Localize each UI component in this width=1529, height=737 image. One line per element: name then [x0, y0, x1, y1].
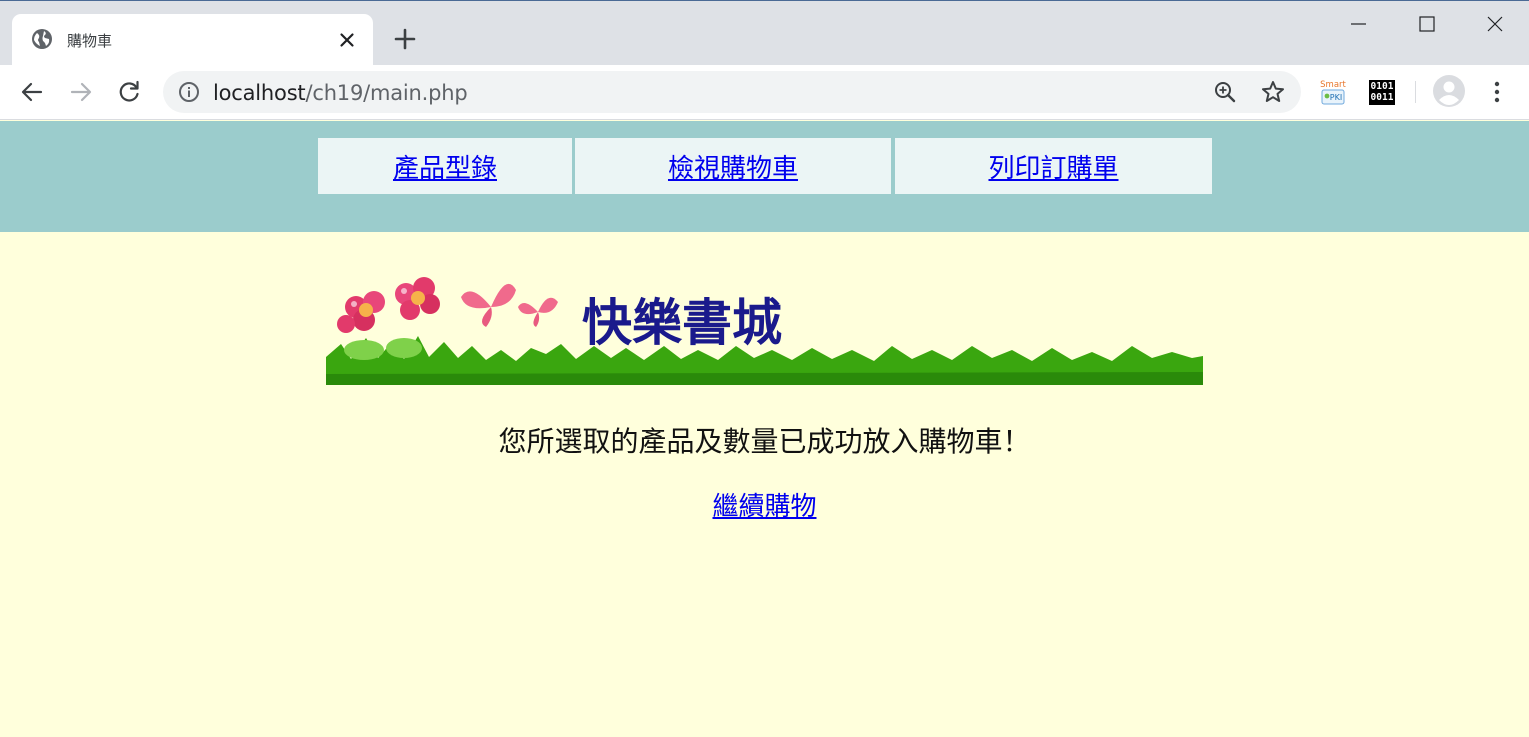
- smart-pki-extension-icon[interactable]: Smart PKI: [1319, 79, 1347, 107]
- new-tab-icon[interactable]: [391, 25, 419, 53]
- tab-title: 購物車: [67, 32, 113, 50]
- menu-cell-catalog: 產品型錄: [318, 138, 572, 194]
- continue-shopping-container: 繼續購物: [0, 486, 1529, 523]
- continue-shopping-link[interactable]: 繼續購物: [712, 492, 816, 522]
- browser-toolbar: localhost/ch19/main.php Smart PKI 0101 0…: [0, 65, 1529, 120]
- smart-pki-label-top: Smart: [1320, 80, 1346, 90]
- smart-pki-label-bottom: PKI: [1330, 93, 1342, 102]
- profile-avatar-icon[interactable]: [1432, 74, 1466, 108]
- menu-cell-view-cart: 檢視購物車: [575, 138, 891, 194]
- binary-line-2: 0011: [1370, 92, 1394, 103]
- maximize-icon[interactable]: [1403, 9, 1449, 39]
- toolbar-divider: [1415, 81, 1416, 103]
- banner-title: 快樂書城: [582, 294, 782, 352]
- kebab-menu-icon[interactable]: [1485, 77, 1509, 107]
- bookstore-banner: 快樂書城: [326, 277, 1203, 385]
- binary-extension-icon[interactable]: 0101 0011: [1369, 80, 1395, 105]
- print-order-link[interactable]: 列印訂購單: [988, 148, 1118, 185]
- window-close-icon[interactable]: [1472, 9, 1518, 39]
- flower-illustration: [337, 277, 440, 333]
- close-tab-icon[interactable]: [335, 28, 359, 52]
- url-path: /ch19/main.php: [305, 81, 468, 105]
- minimize-icon[interactable]: [1335, 9, 1381, 39]
- binary-line-1: 0101: [1370, 81, 1394, 92]
- back-arrow-icon[interactable]: [17, 77, 47, 107]
- catalog-link[interactable]: 產品型錄: [393, 148, 497, 185]
- top-menu-band: 產品型錄 檢視購物車 列印訂購單: [0, 121, 1529, 232]
- info-icon[interactable]: [178, 81, 200, 103]
- globe-icon: [32, 29, 52, 49]
- forward-arrow-icon[interactable]: [66, 77, 96, 107]
- browser-tab[interactable]: 購物車: [12, 14, 373, 66]
- view-cart-link[interactable]: 檢視購物車: [668, 148, 798, 185]
- bookmark-star-icon[interactable]: [1260, 79, 1286, 105]
- address-bar[interactable]: localhost/ch19/main.php: [163, 71, 1301, 113]
- url-text[interactable]: localhost/ch19/main.php: [213, 81, 468, 105]
- menu-cell-print-order: 列印訂購單: [895, 138, 1212, 194]
- leaf-illustration: [344, 340, 384, 360]
- success-message: 您所選取的產品及數量已成功放入購物車！: [498, 425, 1031, 458]
- reload-icon[interactable]: [114, 77, 144, 107]
- url-host: localhost: [213, 81, 306, 105]
- butterfly-illustration: [461, 283, 558, 327]
- zoom-icon[interactable]: [1213, 80, 1237, 104]
- tab-strip: 購物車: [0, 1, 1529, 66]
